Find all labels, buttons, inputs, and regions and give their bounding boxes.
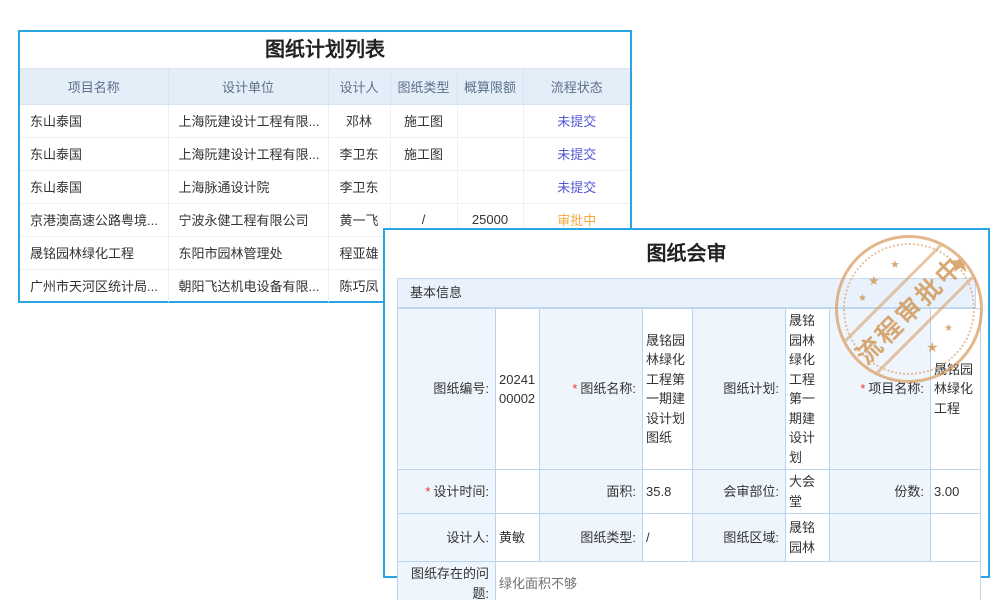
- field-label-drawing-name: *图纸名称:: [540, 309, 643, 470]
- budget-cell: [457, 104, 523, 137]
- required-asterisk: *: [860, 381, 865, 396]
- project-link[interactable]: 广州市天河区统计局...: [20, 269, 168, 302]
- field-value-empty: [931, 514, 981, 562]
- field-label-empty: [830, 514, 931, 562]
- basic-info-section-header: 基本信息: [397, 278, 976, 308]
- form-row: *设计时间: 面积: 35.8 会审部位: 大会堂 份数: 3.00: [398, 470, 981, 514]
- field-label-drawing-no: 图纸编号:: [398, 309, 496, 470]
- status-badge: 未提交: [557, 147, 596, 162]
- required-asterisk: *: [425, 484, 430, 499]
- field-value-drawing-plan: 晟铭园林绿化工程第一期建设计划: [786, 309, 830, 470]
- col-header-design-unit: 设计单位: [168, 69, 328, 104]
- plan-list-title: 图纸计划列表: [20, 32, 630, 69]
- form-row: 设计人: 黄敏 图纸类型: / 图纸区域: 晟铭园林: [398, 514, 981, 562]
- field-label-copies: 份数:: [830, 470, 931, 514]
- review-title: 图纸会审: [385, 230, 988, 278]
- budget-cell: [457, 170, 523, 203]
- designer-cell: 黄一飞: [328, 203, 390, 236]
- field-label-drawing-problems: 图纸存在的问题:: [398, 562, 496, 600]
- table-row[interactable]: 东山泰国 上海脉通设计院 李卫东 未提交: [20, 170, 630, 203]
- field-label-drawing-region: 图纸区域:: [693, 514, 786, 562]
- field-label-drawing-type: 图纸类型:: [540, 514, 643, 562]
- status-badge: 未提交: [557, 114, 596, 129]
- designer-cell: 李卫东: [328, 137, 390, 170]
- drawing-review-panel: 图纸会审 基本信息 图纸编号: 2024100002 *图纸名称: 晟铭园林绿化…: [383, 228, 990, 578]
- col-header-designer: 设计人: [328, 69, 390, 104]
- field-label-drawing-plan: 图纸计划:: [693, 309, 786, 470]
- col-header-project: 项目名称: [20, 69, 168, 104]
- table-row[interactable]: 东山泰国 上海阮建设计工程有限... 李卫东 施工图 未提交: [20, 137, 630, 170]
- form-row: 图纸存在的问题: 绿化面积不够: [398, 562, 981, 600]
- col-header-drawing-type: 图纸类型: [390, 69, 457, 104]
- design-unit-link[interactable]: 上海阮建设计工程有限...: [168, 137, 328, 170]
- design-unit-link[interactable]: 上海脉通设计院: [168, 170, 328, 203]
- status-badge: 未提交: [557, 180, 596, 195]
- field-value-designer: 黄敏: [496, 514, 540, 562]
- project-link[interactable]: 晟铭园林绿化工程: [20, 236, 168, 269]
- designer-cell: 李卫东: [328, 170, 390, 203]
- required-asterisk: *: [572, 381, 577, 396]
- designer-cell: 陈巧凤: [328, 269, 390, 302]
- design-unit-link[interactable]: 宁波永健工程有限公司: [168, 203, 328, 236]
- field-value-design-time: [496, 470, 540, 514]
- field-label-project-name: *项目名称:: [830, 309, 931, 470]
- col-header-budget-limit: 概算限额: [457, 69, 523, 104]
- status-badge: 审批中: [557, 213, 596, 228]
- designer-cell: 邓林: [328, 104, 390, 137]
- project-link[interactable]: 东山泰国: [20, 137, 168, 170]
- field-value-review-location: 大会堂: [786, 470, 830, 514]
- field-value-project-name: 晟铭园林绿化工程: [931, 309, 981, 470]
- field-value-drawing-name: 晟铭园林绿化工程第一期建设计划图纸: [643, 309, 693, 470]
- field-value-area: 35.8: [643, 470, 693, 514]
- form-row: 图纸编号: 2024100002 *图纸名称: 晟铭园林绿化工程第一期建设计划图…: [398, 309, 981, 470]
- project-link[interactable]: 东山泰国: [20, 104, 168, 137]
- field-label-review-location: 会审部位:: [693, 470, 786, 514]
- designer-cell: 程亚雄: [328, 236, 390, 269]
- field-value-drawing-problems: 绿化面积不够: [496, 562, 981, 600]
- field-label-designer: 设计人:: [398, 514, 496, 562]
- design-unit-link[interactable]: 上海阮建设计工程有限...: [168, 104, 328, 137]
- field-value-drawing-region: 晟铭园林: [786, 514, 830, 562]
- table-row[interactable]: 东山泰国 上海阮建设计工程有限... 邓林 施工图 未提交: [20, 104, 630, 137]
- project-link[interactable]: 东山泰国: [20, 170, 168, 203]
- field-value-drawing-no: 2024100002: [496, 309, 540, 470]
- field-value-copies: 3.00: [931, 470, 981, 514]
- review-form-table: 图纸编号: 2024100002 *图纸名称: 晟铭园林绿化工程第一期建设计划图…: [397, 308, 981, 600]
- field-label-design-time: *设计时间:: [398, 470, 496, 514]
- drawing-type-cell: [390, 170, 457, 203]
- field-value-drawing-type: /: [643, 514, 693, 562]
- drawing-type-cell: 施工图: [390, 104, 457, 137]
- field-label-area: 面积:: [540, 470, 643, 514]
- drawing-type-cell: 施工图: [390, 137, 457, 170]
- design-unit-link[interactable]: 朝阳飞达机电设备有限...: [168, 269, 328, 302]
- project-link[interactable]: 京港澳高速公路粤境...: [20, 203, 168, 236]
- plan-table-header-row: 项目名称 设计单位 设计人 图纸类型 概算限额 流程状态: [20, 69, 630, 104]
- design-unit-link[interactable]: 东阳市园林管理处: [168, 236, 328, 269]
- budget-cell: [457, 137, 523, 170]
- col-header-status: 流程状态: [523, 69, 630, 104]
